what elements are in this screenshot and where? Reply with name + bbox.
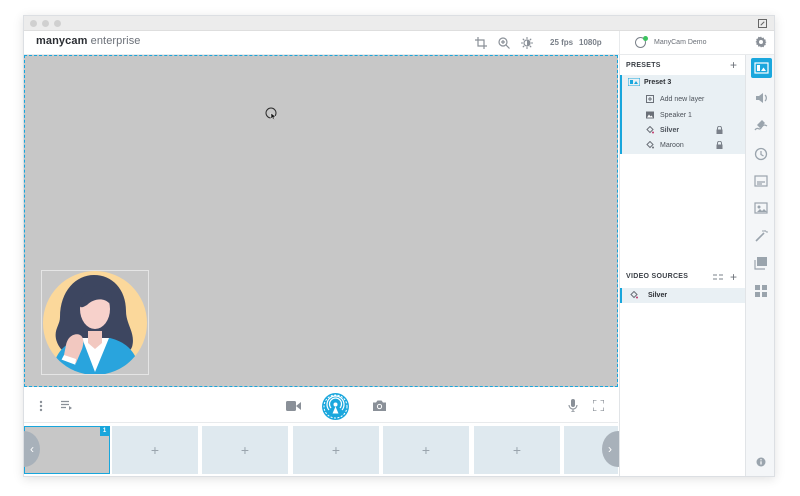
clock-icon[interactable] [753, 146, 769, 162]
image-icon [646, 111, 654, 119]
preset-icon [628, 78, 640, 86]
lock-icon[interactable] [716, 141, 723, 149]
widgets-icon[interactable] [753, 283, 769, 299]
overlay-image-icon[interactable] [753, 200, 769, 216]
adjust-icon[interactable] [521, 37, 533, 49]
loading-cursor-icon [265, 107, 277, 120]
empty-preset-slot[interactable]: + [112, 426, 198, 474]
preset-number-badge: 1 [100, 427, 109, 436]
preset-item[interactable]: Preset 3 [620, 75, 746, 90]
effects-wand-icon[interactable] [753, 228, 769, 244]
logo-sub: enterprise [90, 35, 141, 47]
gear-icon[interactable] [755, 36, 767, 48]
user-name[interactable]: ManyCam Demo [654, 39, 707, 46]
lock-icon[interactable] [716, 126, 723, 134]
video-source-item[interactable]: Silver [620, 288, 746, 303]
paint-bucket-icon [646, 141, 654, 149]
tool-rail [745, 55, 774, 476]
title-bar [24, 16, 774, 31]
more-options-icon[interactable] [39, 400, 43, 412]
empty-preset-slot[interactable]: + [474, 426, 560, 474]
layer-label: Speaker 1 [660, 112, 692, 119]
presets-tool-icon [754, 62, 769, 74]
microphone-icon[interactable] [568, 399, 578, 412]
logo-main: manycam [36, 35, 88, 47]
app-logo: manycam enterprise [36, 35, 141, 47]
info-icon[interactable] [756, 457, 766, 467]
lower-thirds-icon[interactable] [753, 173, 769, 189]
crop-icon[interactable] [475, 37, 487, 49]
zoom-window-button[interactable] [54, 20, 61, 27]
add-layer-icon [646, 95, 654, 103]
layer-item[interactable]: Speaker 1 [620, 108, 746, 123]
toolbar-divider [619, 31, 620, 55]
empty-preset-slot[interactable]: + [202, 426, 288, 474]
draw-icon[interactable] [753, 118, 769, 134]
app-toolbar: manycam enterprise 25 fps 1080p ManyCam … [24, 31, 774, 55]
broadcast-controls [24, 389, 618, 423]
layer-label: Add new layer [660, 96, 705, 103]
user-avatar-icon[interactable] [635, 36, 648, 48]
layer-item[interactable]: Maroon [620, 138, 746, 153]
layer-item[interactable]: Add new layer [620, 92, 746, 107]
zoom-icon[interactable] [498, 37, 510, 49]
speaker-avatar-illustration [43, 271, 147, 375]
preset-label: Preset 3 [644, 79, 672, 86]
broadcast-icon [323, 394, 348, 419]
fullscreen-icon[interactable] [593, 400, 604, 411]
preset-thumbnails-strip: 1 + + + + + ‹ › [24, 424, 634, 476]
empty-preset-slot[interactable]: + [383, 426, 469, 474]
paint-bucket-icon [646, 126, 654, 134]
presets-header: PRESETS [626, 62, 661, 69]
media-library-icon[interactable] [753, 255, 769, 271]
fps-readout[interactable]: 25 fps [550, 38, 573, 47]
video-source-label: Silver [648, 292, 668, 299]
pip-speaker-image[interactable] [41, 270, 149, 375]
layers-side-panel: PRESETS + Preset 3 Add new layer Speaker… [619, 55, 746, 476]
add-preset-icon[interactable]: + [730, 59, 737, 71]
add-video-source-icon[interactable]: + [730, 271, 737, 283]
video-sources-header: VIDEO SOURCES [626, 273, 689, 280]
layer-item[interactable]: Silver [620, 123, 746, 138]
resolution-readout[interactable]: 1080p [579, 38, 602, 47]
layer-label: Silver [660, 127, 680, 134]
empty-preset-slot[interactable]: + [293, 426, 379, 474]
layer-label: Maroon [660, 142, 684, 149]
playlist-icon[interactable] [61, 400, 73, 411]
close-window-button[interactable] [30, 20, 37, 27]
app-window: manycam enterprise 25 fps 1080p ManyCam … [23, 15, 775, 477]
minimize-window-button[interactable] [42, 20, 49, 27]
presets-tool-button[interactable] [751, 58, 772, 78]
restore-icon[interactable] [758, 19, 767, 28]
audio-icon[interactable] [753, 90, 769, 106]
snapshot-camera-icon[interactable] [373, 400, 386, 411]
record-video-icon[interactable] [286, 401, 301, 411]
preview-canvas[interactable] [24, 55, 618, 387]
paint-bucket-icon [630, 291, 638, 299]
list-settings-icon[interactable] [713, 274, 723, 281]
go-live-button[interactable] [322, 393, 349, 420]
